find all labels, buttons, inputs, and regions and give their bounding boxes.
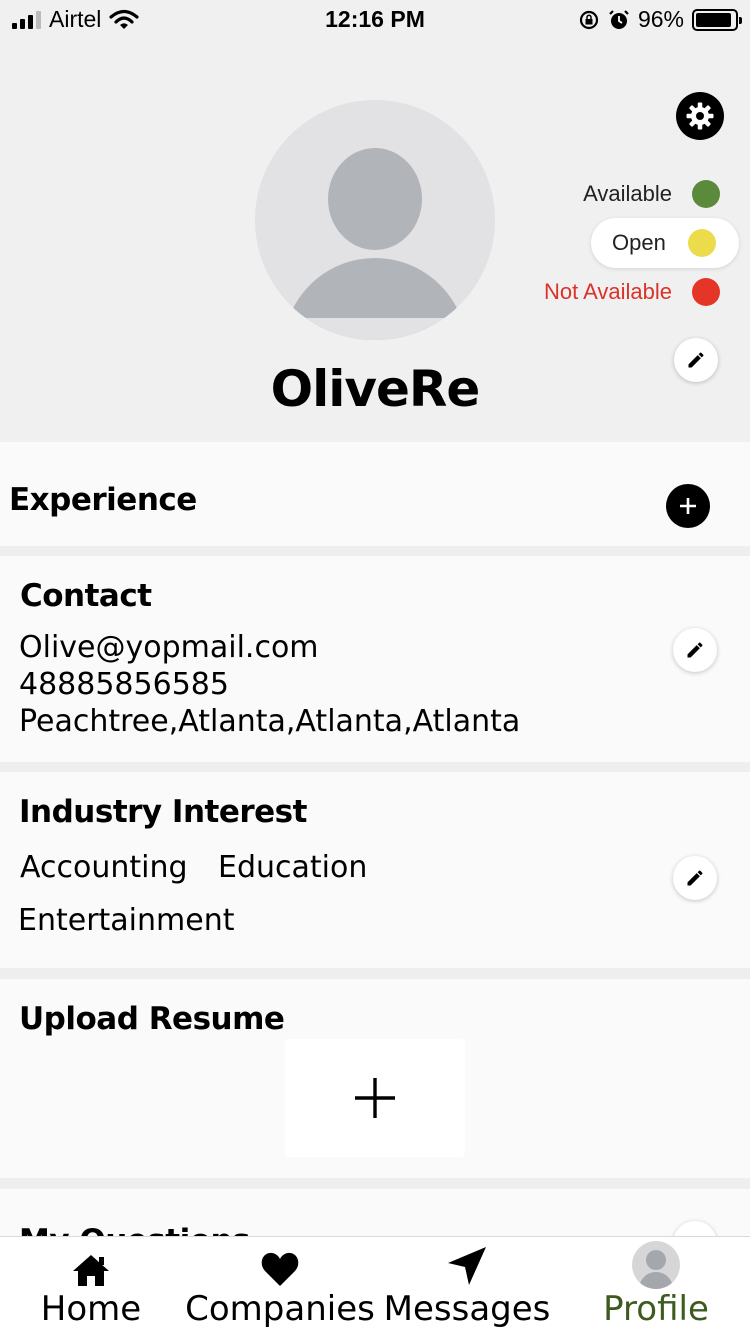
upload-resume-button[interactable] xyxy=(285,1039,465,1157)
add-experience-button[interactable] xyxy=(666,484,710,528)
experience-section: Experience xyxy=(0,442,750,546)
home-icon xyxy=(73,1255,109,1286)
heart-icon xyxy=(261,1252,299,1286)
tab-bar: Home Companies Messages Profile xyxy=(0,1236,750,1334)
profile-username: OliveRe xyxy=(270,360,481,418)
tab-companies[interactable]: Companies xyxy=(185,1237,375,1334)
industry-section: Industry Interest Accounting Education E… xyxy=(0,772,750,968)
status-dot-available xyxy=(692,180,720,208)
settings-button[interactable] xyxy=(676,92,724,140)
tab-profile-label: Profile xyxy=(603,1289,709,1329)
status-dot-open xyxy=(687,229,716,257)
tab-companies-label: Companies xyxy=(185,1289,375,1329)
contact-address: Peachtree,Atlanta,Atlanta,Atlanta xyxy=(19,704,521,739)
avatar-icon xyxy=(632,1241,680,1289)
contact-title: Contact xyxy=(20,578,152,614)
resume-title: Upload Resume xyxy=(19,1001,285,1037)
experience-title: Experience xyxy=(9,482,197,518)
industry-tag: Accounting xyxy=(20,850,188,885)
pencil-icon xyxy=(687,870,703,886)
pencil-icon xyxy=(687,642,703,658)
industry-tag: Entertainment xyxy=(18,903,235,938)
status-label-available: Available xyxy=(583,181,672,206)
contact-phone: 48885856585 xyxy=(19,667,229,702)
status-dot-not-available xyxy=(692,278,720,306)
tab-messages-label: Messages xyxy=(383,1289,551,1329)
tab-home-label: Home xyxy=(40,1289,142,1329)
edit-industry-button[interactable] xyxy=(673,856,717,900)
status-option-not-available[interactable]: Not Available xyxy=(544,278,720,306)
send-icon xyxy=(448,1247,486,1285)
profile-header: OliveRe Available Open Not Available xyxy=(0,40,750,442)
battery-percent: 96% xyxy=(637,6,684,32)
contact-email: Olive@yopmail.com xyxy=(19,630,319,665)
industry-title: Industry Interest xyxy=(19,794,307,830)
edit-contact-button[interactable] xyxy=(673,628,717,672)
resume-section: Upload Resume xyxy=(0,979,750,1178)
profile-avatar[interactable] xyxy=(255,100,495,340)
contact-section: Contact Olive@yopmail.com 48885856585 Pe… xyxy=(0,556,750,762)
tab-home[interactable]: Home xyxy=(30,1237,152,1334)
gear-icon xyxy=(686,102,714,130)
alarm-icon xyxy=(609,9,629,29)
tab-messages[interactable]: Messages xyxy=(384,1237,550,1334)
status-label-open: Open xyxy=(612,230,666,255)
status-option-available[interactable]: Available xyxy=(583,180,720,208)
edit-profile-button[interactable] xyxy=(674,338,718,382)
status-label-not-available: Not Available xyxy=(543,279,672,304)
status-bar: Airtel 12:16 PM 96% xyxy=(0,0,750,40)
tab-profile[interactable]: Profile xyxy=(598,1237,714,1334)
industry-tag: Education xyxy=(218,850,368,885)
plus-icon xyxy=(680,498,696,514)
battery-icon xyxy=(692,8,742,31)
plus-icon xyxy=(355,1078,395,1118)
pencil-icon xyxy=(688,352,704,368)
rotation-lock-icon xyxy=(579,10,599,29)
status-option-open[interactable]: Open xyxy=(591,218,739,268)
